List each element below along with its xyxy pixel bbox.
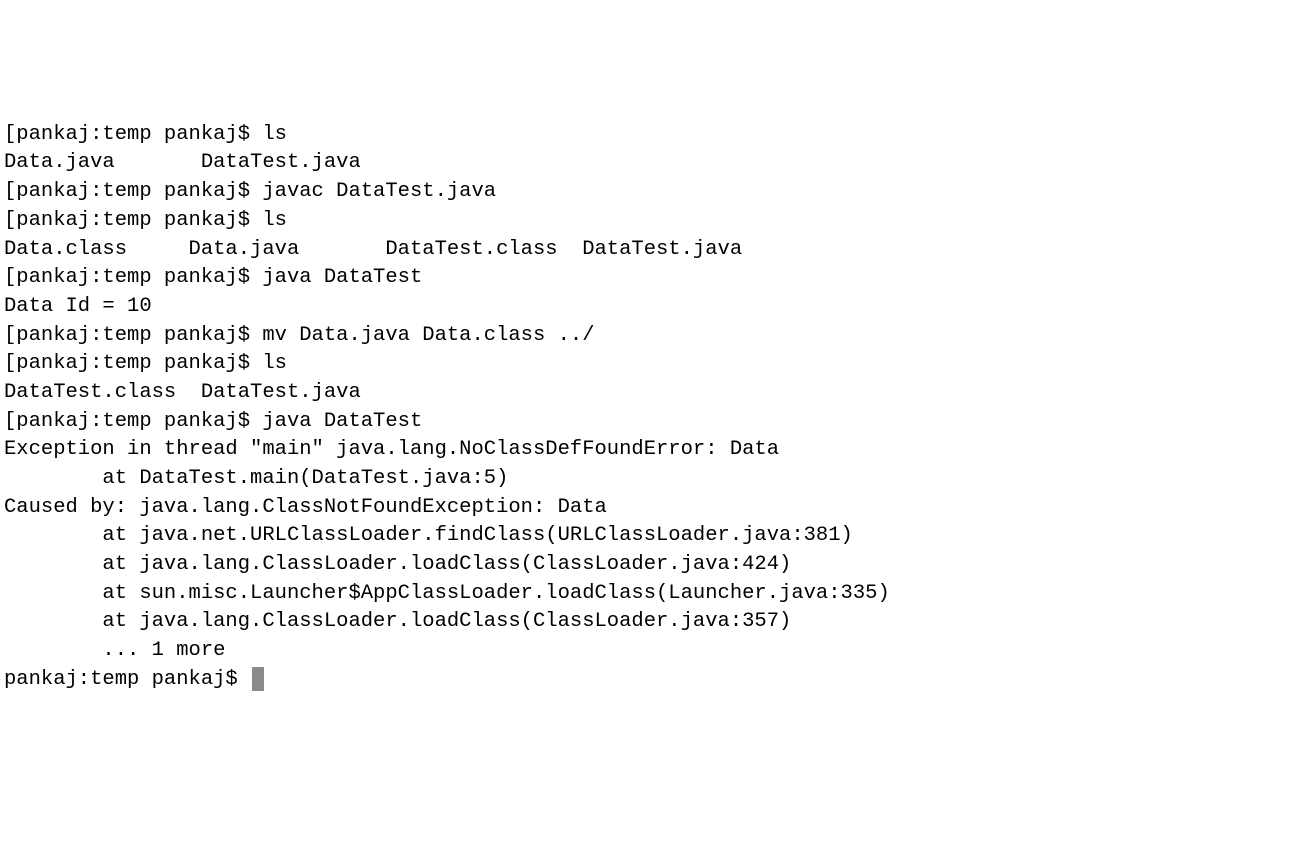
- terminal-line: ... 1 more: [4, 639, 225, 662]
- terminal-line: [pankaj:temp pankaj$ ls: [4, 123, 287, 146]
- terminal-prompt: pankaj:temp pankaj$: [4, 668, 250, 691]
- cursor-icon: [252, 667, 264, 691]
- terminal-line: at java.net.URLClassLoader.findClass(URL…: [4, 524, 853, 547]
- terminal-line: [pankaj:temp pankaj$ java DataTest: [4, 266, 422, 289]
- terminal-line: Caused by: java.lang.ClassNotFoundExcept…: [4, 496, 607, 519]
- terminal-line: Data.java DataTest.java: [4, 151, 361, 174]
- terminal-line: at java.lang.ClassLoader.loadClass(Class…: [4, 610, 791, 633]
- terminal-line: Exception in thread "main" java.lang.NoC…: [4, 438, 779, 461]
- terminal-output[interactable]: [pankaj:temp pankaj$ ls Data.java DataTe…: [4, 121, 1302, 695]
- terminal-line: [pankaj:temp pankaj$ ls: [4, 352, 287, 375]
- terminal-line: Data Id = 10: [4, 295, 152, 318]
- terminal-line: at sun.misc.Launcher$AppClassLoader.load…: [4, 582, 890, 605]
- terminal-line: [pankaj:temp pankaj$ ls: [4, 209, 287, 232]
- terminal-line: at DataTest.main(DataTest.java:5): [4, 467, 508, 490]
- terminal-line: [pankaj:temp pankaj$ javac DataTest.java: [4, 180, 496, 203]
- terminal-line: [pankaj:temp pankaj$ java DataTest: [4, 410, 422, 433]
- terminal-line: DataTest.class DataTest.java: [4, 381, 361, 404]
- terminal-line: [pankaj:temp pankaj$ mv Data.java Data.c…: [4, 324, 595, 347]
- terminal-line: Data.class Data.java DataTest.class Data…: [4, 238, 742, 261]
- terminal-line: at java.lang.ClassLoader.loadClass(Class…: [4, 553, 791, 576]
